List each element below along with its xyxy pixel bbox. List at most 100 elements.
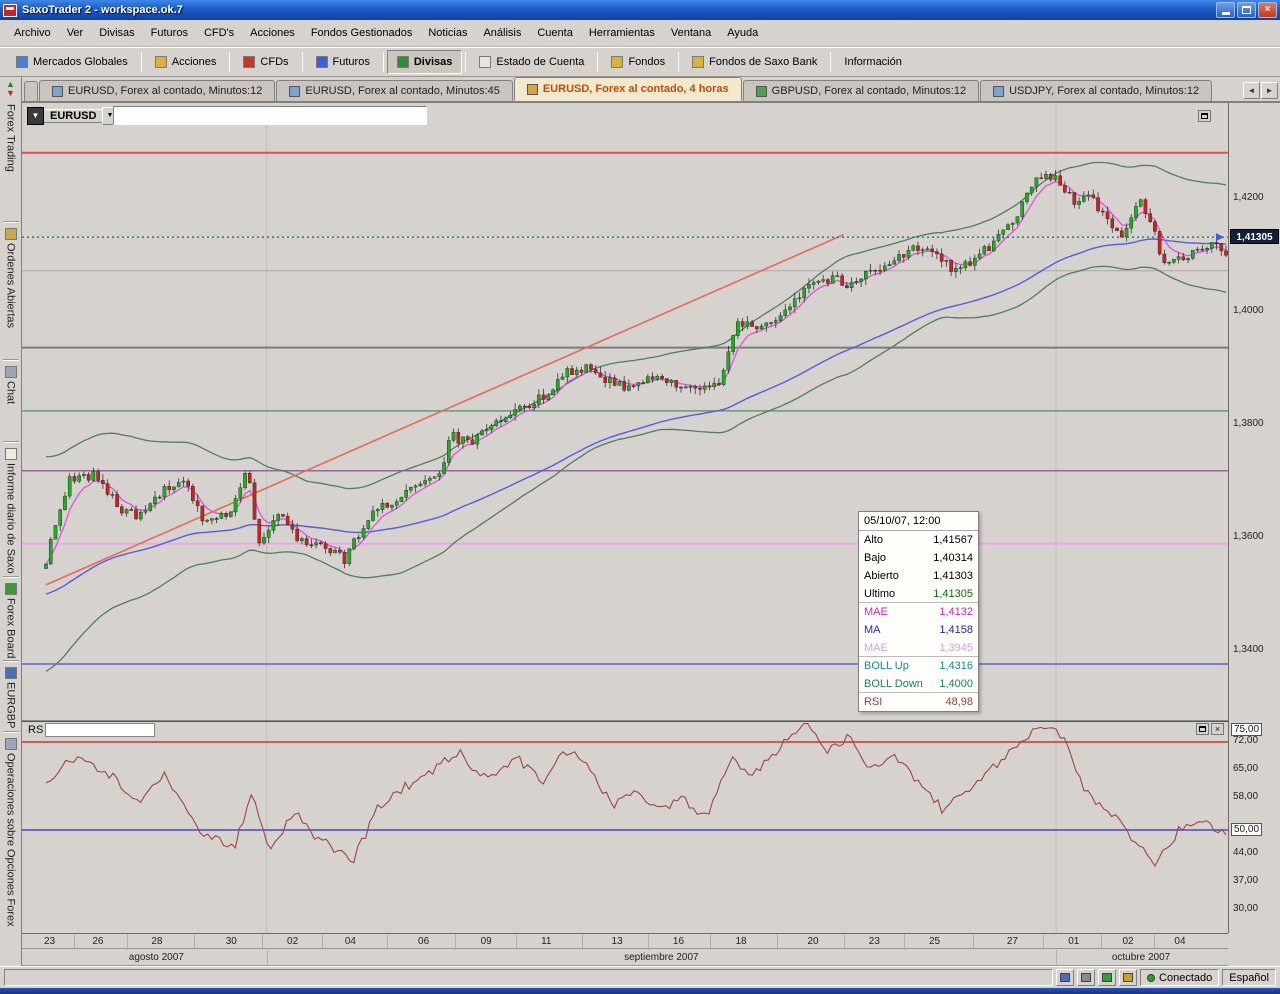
menu-item-cfd-s[interactable]: CFD's (196, 23, 242, 43)
candle-body (272, 520, 275, 530)
candle-body (1059, 176, 1062, 186)
rsi-input[interactable] (45, 723, 155, 737)
sidebar-item-informe-diario-de-saxo[interactable]: Informe diario de Saxo (5, 445, 17, 574)
sidebar-item-chat[interactable]: Chat (5, 363, 17, 439)
status-connection-icon[interactable] (1098, 969, 1116, 986)
chart-tab-icon (993, 86, 1004, 97)
date-tick: 23 (869, 936, 880, 947)
toolbar-button-fondos[interactable]: Fondos (601, 50, 675, 74)
date-axis[interactable]: 23262830020406091113161820232527010204 (22, 933, 1228, 949)
sidebar-item-forex-trading[interactable]: Forex Trading (5, 101, 17, 219)
toolbar-separator (597, 52, 598, 72)
candle-body (1163, 254, 1166, 263)
toolbar-button-fondos-de-saxo-bank[interactable]: Fondos de Saxo Bank (682, 50, 827, 74)
toolbar-button-información[interactable]: Información (834, 50, 911, 74)
menu-item-futuros[interactable]: Futuros (143, 23, 196, 43)
menu-item-herramientas[interactable]: Herramientas (581, 23, 663, 43)
menu-item-ayuda[interactable]: Ayuda (719, 23, 766, 43)
sidebar-item-eurgbp[interactable]: EURGBP (5, 664, 17, 728)
tab-gbpusd-forex-al-contado-minutos-12[interactable]: GBPUSD, Forex al contado, Minutos:12 (743, 80, 979, 101)
toolbar-separator (383, 52, 384, 72)
price-axis[interactable]: 1,42001,40001,38001,36001,34001,4130575,… (1228, 103, 1280, 933)
date-cell-border (1043, 934, 1044, 950)
sidebar-item-ordenes-abiertas[interactable]: Ordenes Abiertas (5, 225, 17, 357)
candle-body (300, 539, 303, 541)
candle-body (490, 426, 493, 430)
candle-body (765, 323, 768, 326)
toolbar-separator (302, 52, 303, 72)
rsi-axis-label: 50,00 (1231, 823, 1262, 836)
candle-body (44, 564, 47, 569)
menu-item-archivo[interactable]: Archivo (6, 23, 59, 43)
candle-body (883, 266, 886, 270)
candle-body (452, 432, 455, 440)
menu-item-acciones[interactable]: Acciones (242, 23, 303, 43)
toolbar-button-mercados-globales[interactable]: Mercados Globales (6, 50, 138, 74)
minimize-button[interactable] (1216, 2, 1235, 18)
date-cell-border (582, 934, 583, 950)
menu-item-noticias[interactable]: Noticias (420, 23, 475, 43)
sidebar-separator (3, 221, 19, 223)
candle-body (281, 514, 284, 516)
candle-body (817, 281, 820, 282)
status-hourglass-icon[interactable] (1077, 969, 1095, 986)
title-bar[interactable]: SaxoTrader 2 - workspace.ok.7 × (0, 0, 1280, 20)
chart-restore-button[interactable] (1198, 110, 1211, 122)
maximize-button[interactable] (1237, 2, 1256, 18)
candle-body (461, 437, 464, 443)
menu-item-fondos-gestionados[interactable]: Fondos Gestionados (303, 23, 421, 43)
toolbar-button-estado-de-cuenta[interactable]: Estado de Cuenta (469, 50, 594, 74)
menu-item-cuenta[interactable]: Cuenta (529, 23, 580, 43)
toolbar-button-divisas[interactable]: Divisas (387, 50, 463, 74)
date-cell-border (322, 934, 323, 950)
tab-eurusd-forex-al-contado-minutos-12[interactable]: EURUSD, Forex al contado, Minutos:12 (39, 80, 275, 101)
date-tick: 30 (226, 936, 237, 947)
instrument-menu-button[interactable]: ▼ (27, 107, 44, 125)
candle-body (769, 322, 772, 323)
tooltip-row-abierto: Abierto1,41303 (859, 567, 978, 585)
candle-body (220, 513, 223, 518)
sidebar-item-operaciones-sobre-opciones-forex[interactable]: Operaciones sobre Opciones Forex (5, 735, 17, 927)
tab-eurusd-forex-al-contado-minutos-45[interactable]: EURUSD, Forex al contado, Minutos:45 (276, 80, 512, 101)
up-down-arrows-icon[interactable]: ▲ ▼ (6, 77, 15, 101)
candle-body (893, 261, 896, 264)
status-monitor-icon[interactable] (1056, 969, 1074, 986)
date-tick: 16 (673, 936, 684, 947)
rsi-close-button[interactable]: × (1211, 723, 1224, 735)
chart-toolbar-input[interactable] (113, 106, 427, 125)
tooltip-row-label: MAE (864, 642, 888, 654)
tab-scroll-right-button[interactable]: ► (1261, 82, 1278, 99)
date-tick: 27 (1007, 936, 1018, 947)
close-icon: × (1265, 5, 1271, 15)
candle-body (495, 421, 498, 426)
candle-body (798, 298, 801, 299)
close-button[interactable]: × (1258, 2, 1277, 18)
rsi-chart[interactable] (22, 721, 1228, 933)
menu-item-ver[interactable]: Ver (59, 23, 92, 43)
main-chart[interactable] (22, 103, 1228, 721)
candle-body (679, 387, 682, 388)
sidebar-item-label: Forex Trading (5, 104, 17, 172)
menu-item-ventana[interactable]: Ventana (663, 23, 719, 43)
candle-body (1044, 174, 1047, 178)
tab-stub[interactable] (24, 81, 38, 101)
candle-body (433, 477, 436, 479)
tab-eurusd-forex-al-contado-4-horas[interactable]: EURUSD, Forex al contado, 4 horas (514, 77, 742, 101)
toolbar-label: Estado de Cuenta (496, 56, 584, 68)
toolbar-button-acciones[interactable]: Acciones (145, 50, 227, 74)
sidebar-separator (3, 576, 19, 578)
toolbar-label: Acciones (172, 56, 217, 68)
tab-usdjpy-forex-al-contado-minutos-12[interactable]: USDJPY, Forex al contado, Minutos:12 (980, 80, 1212, 101)
candle-body (968, 262, 971, 266)
toolbar-button-cfds[interactable]: CFDs (233, 50, 298, 74)
language-panel[interactable]: Español (1222, 969, 1276, 986)
rsi-restore-button[interactable] (1196, 723, 1209, 735)
status-lock-icon[interactable] (1119, 969, 1137, 986)
menu-item-divisas[interactable]: Divisas (91, 23, 142, 43)
tab-scroll-left-button[interactable]: ◄ (1243, 82, 1260, 99)
menu-item-análisis[interactable]: Análisis (475, 23, 529, 43)
toolbar-button-futuros[interactable]: Futuros (306, 50, 380, 74)
sidebar-separator (3, 359, 19, 361)
candle-body (234, 498, 237, 511)
sidebar-item-forex-board[interactable]: Forex Board (5, 580, 17, 659)
